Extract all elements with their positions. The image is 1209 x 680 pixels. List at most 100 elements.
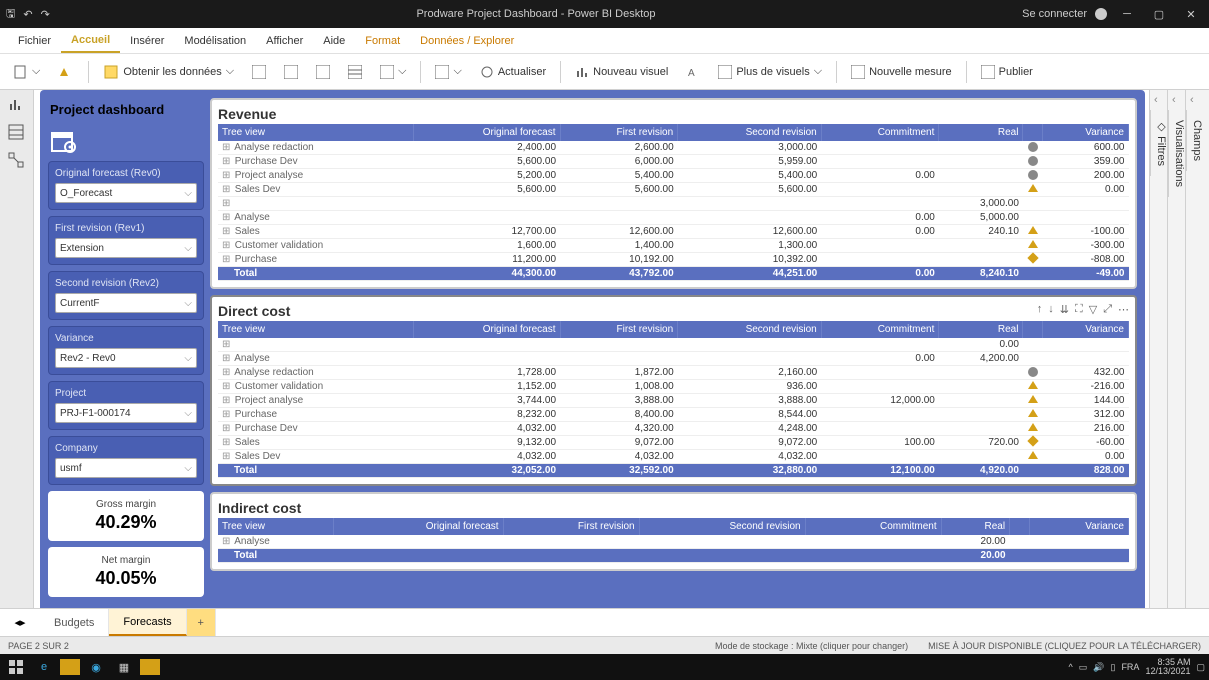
save-icon[interactable]: 🖫 [6,5,15,24]
table-row[interactable]: ⊞ 0.00 [218,338,1129,352]
enter-data-button[interactable] [342,63,368,81]
table-row[interactable]: ⊞ Project analyse3,744.003,888.003,888.0… [218,394,1129,408]
tray-network-icon[interactable]: ▭ [1079,662,1088,673]
table-row[interactable]: ⊞ Sales12,700.0012,600.0012,600.000.0024… [218,225,1129,239]
minimize-button[interactable]: ─ [1115,2,1139,26]
dataverse-button[interactable]: ⌵ [374,63,412,81]
chevron-left-icon[interactable]: ‹ [1168,90,1185,110]
chevron-left-icon[interactable]: ‹ [1186,90,1203,110]
card-revenue[interactable]: Revenue Tree view Original forecast Firs… [210,98,1137,289]
publish-button[interactable]: Publier [975,63,1039,81]
table-row[interactable]: ⊞ Purchase11,200.0010,192.0010,392.00-80… [218,253,1129,267]
close-button[interactable]: ✕ [1179,2,1203,26]
tray-sound-icon[interactable]: 🔊 [1093,662,1104,673]
transform-button[interactable]: ⌵ [429,63,467,81]
new-measure-button[interactable]: Nouvelle mesure [845,63,958,81]
pane-fields[interactable]: Champs [1186,110,1207,171]
more-visuals-button[interactable]: Plus de visuels ⌵ [712,63,828,81]
data-view-icon[interactable] [8,124,26,142]
next-level-icon[interactable]: ⇊ [1060,303,1069,316]
report-canvas[interactable]: Project dashboard Original forecast (Rev… [34,90,1149,608]
more-options-icon[interactable]: ⋯ [1118,303,1129,316]
visual-actions: ↑ ↓ ⇊ ⛶ ▽ ⤢ ⋯ [1037,303,1129,316]
tab-forecasts[interactable]: Forecasts [109,609,186,636]
powerbi-icon[interactable] [140,659,160,675]
model-view-icon[interactable] [8,152,26,170]
table-revenue: Tree view Original forecast First revisi… [218,124,1129,281]
tray-date[interactable]: 12/13/2021 [1145,666,1190,676]
table-row[interactable]: ⊞ Purchase Dev5,600.006,000.005,959.0035… [218,155,1129,169]
signin-button[interactable]: Se connecter [1022,8,1087,20]
explorer-icon[interactable] [60,659,80,675]
dashboard-container: Project dashboard Original forecast (Rev… [40,90,1145,608]
sql-button[interactable] [310,63,336,81]
report-view-icon[interactable] [8,96,26,114]
storage-mode[interactable]: Mode de stockage : Mixte (cliquer pour c… [715,641,908,651]
refresh-button[interactable]: Actualiser [474,63,552,81]
tray-battery-icon[interactable]: ▯ [1110,662,1115,673]
table-row[interactable]: ⊞ 3,000.00 [218,197,1129,211]
table-row[interactable]: ⊞ Analyse redaction2,400.002,600.003,000… [218,141,1129,155]
table-row[interactable]: ⊞ Analyse0.004,200.00 [218,352,1129,366]
table-row[interactable]: ⊞ Sales Dev4,032.004,032.004,032.000.00 [218,450,1129,464]
focus-icon[interactable]: ⤢ [1103,303,1112,316]
ie-icon[interactable]: e [32,656,56,678]
table-total-row: Total20.00 [218,549,1129,563]
filter-second-revision: Second revision (Rev2) CurrentF [48,271,204,320]
menu-data[interactable]: Données / Explorer [410,28,524,53]
paste-button[interactable]: ⌵ [6,62,46,82]
expand-icon[interactable]: ⛶ [1075,303,1083,316]
card-indirect-cost[interactable]: Indirect cost Tree view Original forecas… [210,492,1137,571]
maximize-button[interactable]: ▢ [1147,2,1171,26]
menu-home[interactable]: Accueil [61,28,120,53]
table-row[interactable]: ⊞ Project analyse5,200.005,400.005,400.0… [218,169,1129,183]
table-row[interactable]: ⊞ Sales Dev5,600.005,600.005,600.000.00 [218,183,1129,197]
table-direct-cost: Tree view Original forecast First revisi… [218,321,1129,478]
format-painter-button[interactable] [52,62,80,82]
menu-file[interactable]: Fichier [8,28,61,53]
table-row[interactable]: ⊞ Purchase8,232.008,400.008,544.00312.00 [218,408,1129,422]
drill-up-icon[interactable]: ↑ [1037,303,1043,316]
select-first-revision[interactable]: Extension [55,238,197,258]
tab-budgets[interactable]: Budgets [40,609,109,636]
menu-help[interactable]: Aide [313,28,355,53]
update-available[interactable]: MISE À JOUR DISPONIBLE (CLIQUEZ POUR LA … [928,641,1201,651]
menu-modeling[interactable]: Modélisation [174,28,256,53]
start-button[interactable] [4,656,28,678]
tray-up-icon[interactable]: ^ [1069,662,1073,672]
text-box-button[interactable]: A [680,63,706,81]
svg-text:A: A [688,68,695,79]
select-project[interactable]: PRJ-F1-000174 [55,403,197,423]
redo-icon[interactable]: ↷ [41,8,50,21]
select-second-revision[interactable]: CurrentF [55,293,197,313]
excel-button[interactable] [246,63,272,81]
table-row[interactable]: ⊞ Sales9,132.009,072.009,072.00100.00720… [218,436,1129,450]
table-row[interactable]: ⊞ Customer validation1,600.001,400.001,3… [218,239,1129,253]
table-row[interactable]: ⊞ Analyse0.005,000.00 [218,211,1129,225]
app-icon[interactable]: ▦ [112,656,136,678]
menu-format[interactable]: Format [355,28,410,53]
undo-icon[interactable]: ↶ [23,8,32,21]
edge-icon[interactable]: ◉ [84,656,108,678]
select-company[interactable]: usmf [55,458,197,478]
tray-lang[interactable]: FRA [1121,662,1139,672]
new-visual-button[interactable]: Nouveau visuel [569,63,674,81]
add-page-button[interactable]: + [187,609,216,636]
table-row[interactable]: ⊞ Analyse20.00 [218,535,1129,549]
table-row[interactable]: ⊞ Analyse redaction1,728.001,872.002,160… [218,366,1129,380]
get-data-button[interactable]: Obtenir les données ⌵ [97,62,240,82]
chevron-left-icon[interactable]: ‹ [1150,90,1167,110]
page-nav-right-icon[interactable]: ▸ [20,616,26,629]
select-variance[interactable]: Rev2 - Rev0 [55,348,197,368]
select-original-forecast[interactable]: O_Forecast [55,183,197,203]
table-row[interactable]: ⊞ Purchase Dev4,032.004,320.004,248.0021… [218,422,1129,436]
menu-insert[interactable]: Insérer [120,28,174,53]
card-direct-cost[interactable]: ↑ ↓ ⇊ ⛶ ▽ ⤢ ⋯ Direct cost Tree view Orig… [210,295,1137,486]
datahub-button[interactable] [278,63,304,81]
drill-down-icon[interactable]: ↓ [1048,303,1054,316]
tray-notifications-icon[interactable]: ▢ [1196,662,1205,673]
menu-view[interactable]: Afficher [256,28,313,53]
user-avatar-icon[interactable] [1095,8,1107,20]
filter-icon[interactable]: ▽ [1089,303,1097,316]
table-row[interactable]: ⊞ Customer validation1,152.001,008.00936… [218,380,1129,394]
